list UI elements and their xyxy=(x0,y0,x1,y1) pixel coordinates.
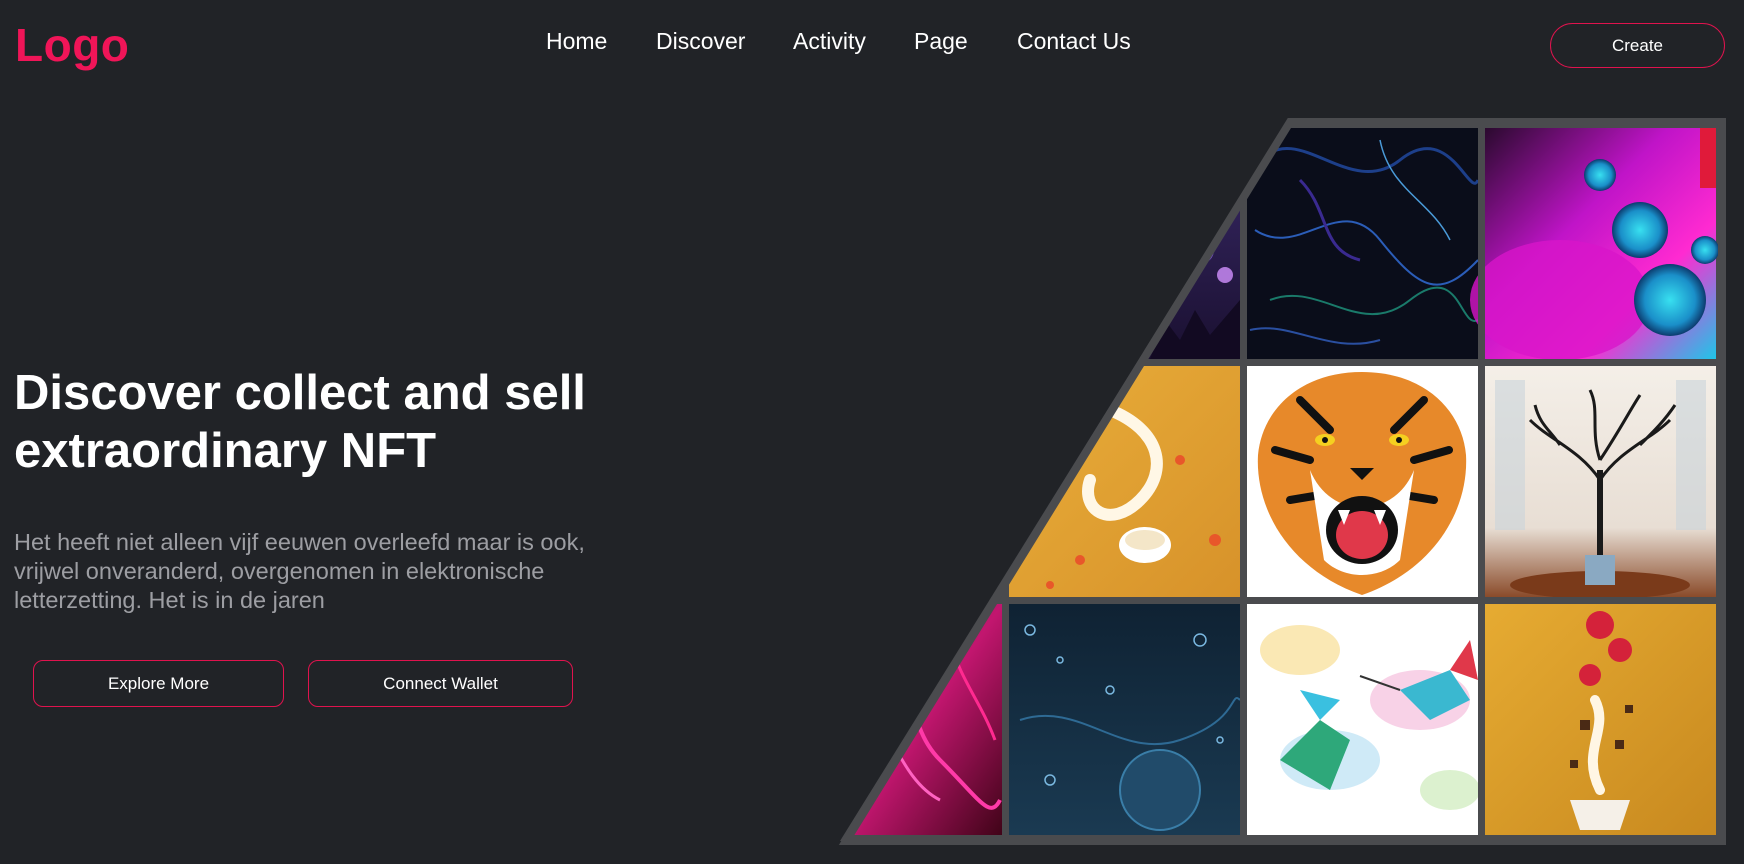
dark-marble-swirl-image[interactable] xyxy=(1247,128,1480,359)
gallery-frame xyxy=(838,118,1726,845)
ink-tree-room-image[interactable] xyxy=(1485,366,1716,599)
tiger-head-image[interactable] xyxy=(1247,366,1478,597)
page: Logo Home Discover Activity Page Contact… xyxy=(0,0,1744,864)
concert-crowd-image[interactable] xyxy=(1130,128,1240,359)
hummingbirds-watercolor-image[interactable] xyxy=(1247,604,1480,835)
cream-splash-image[interactable] xyxy=(1009,366,1240,597)
neon-bubbles-image[interactable] xyxy=(1470,128,1719,360)
strawberry-dessert-image[interactable] xyxy=(1485,604,1716,835)
nft-gallery xyxy=(0,0,1744,864)
blue-oil-bubbles-image[interactable] xyxy=(1009,604,1241,835)
